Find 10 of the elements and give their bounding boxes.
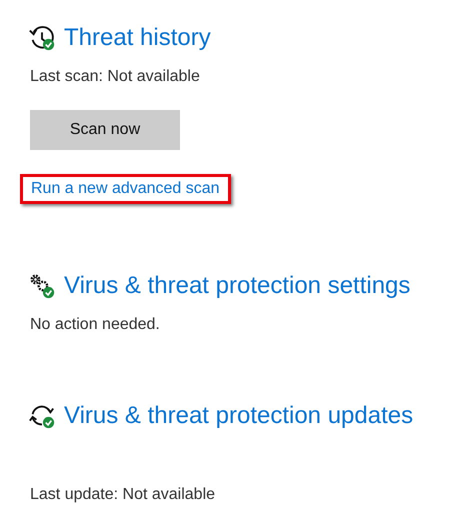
history-icon — [28, 24, 56, 52]
status-text: Last update: Not available — [30, 486, 216, 504]
status-text: Last scan: Not available — [30, 68, 201, 86]
advanced-scan-link[interactable]: Run a new advanced scan — [20, 174, 231, 204]
status-text: No action needed. — [30, 316, 161, 334]
section-title[interactable]: Threat history — [64, 24, 211, 52]
section-title[interactable]: Virus & threat protection settings — [64, 272, 410, 300]
section-title[interactable]: Virus & threat protection updates — [64, 402, 414, 430]
gears-icon — [28, 272, 56, 300]
scan-now-button[interactable]: Scan now — [30, 110, 180, 150]
